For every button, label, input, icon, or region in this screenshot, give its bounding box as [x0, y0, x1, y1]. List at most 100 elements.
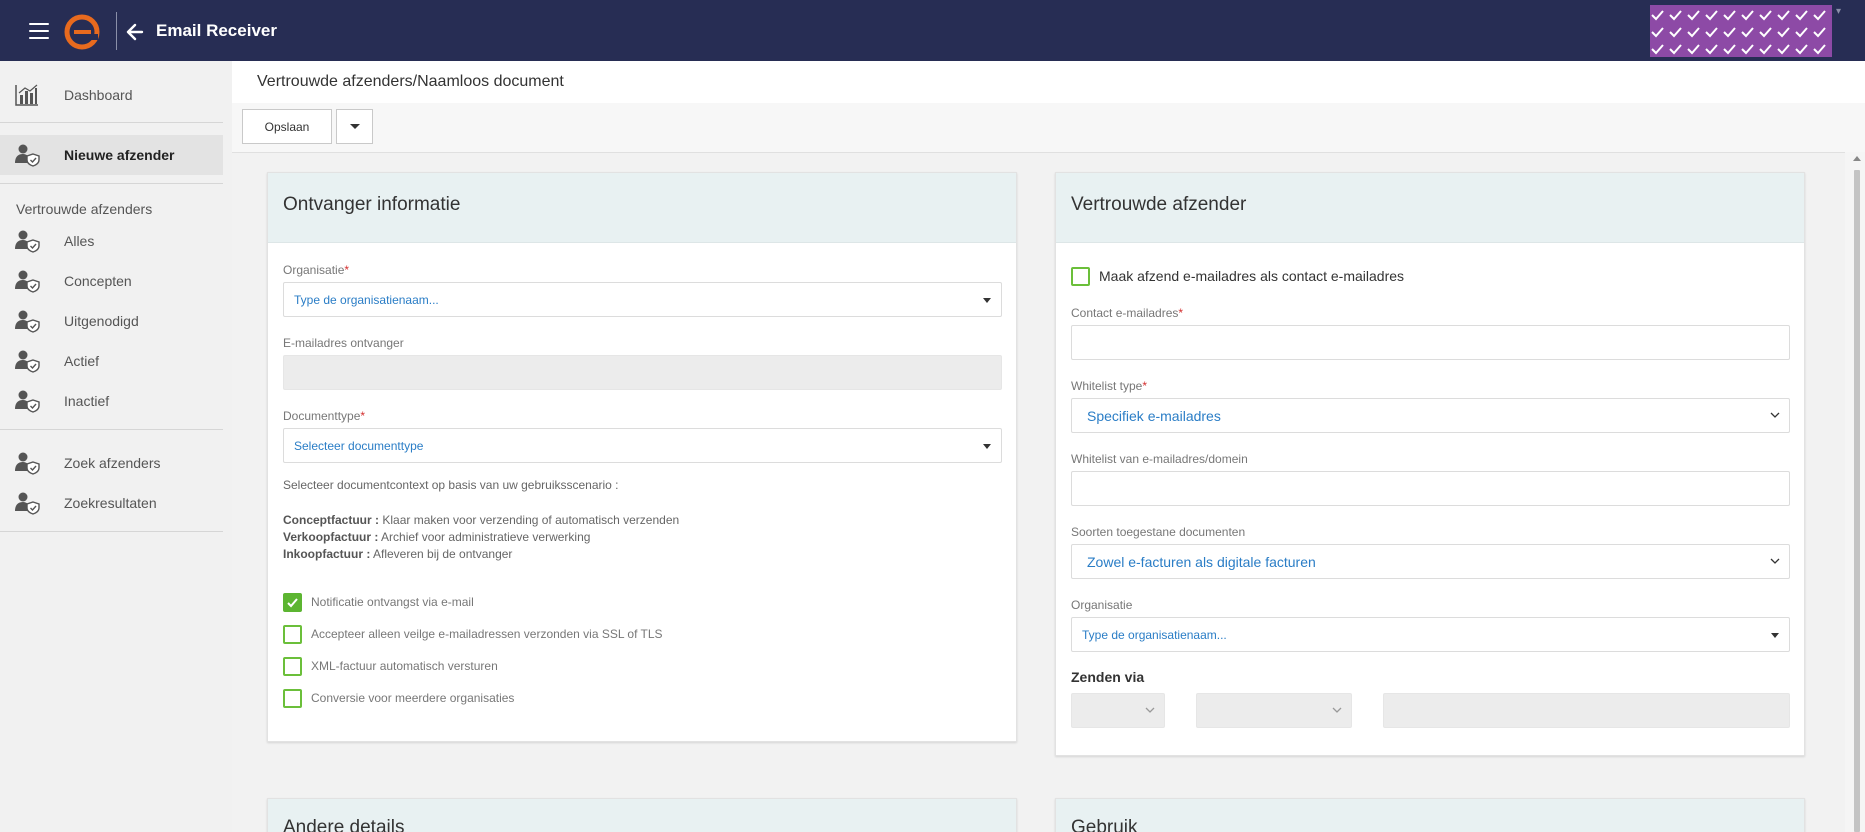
allowed-docs-select[interactable]: Zowel e-facturen als digitale facturen: [1071, 544, 1790, 579]
sidebar-item-concepts[interactable]: Concepten: [0, 261, 232, 301]
checkbox[interactable]: [1071, 267, 1090, 286]
panel-title: Andere details: [283, 817, 405, 832]
checkbox-label: XML-factuur automatisch versturen: [311, 659, 498, 673]
whitelist-list-input[interactable]: [1071, 471, 1790, 506]
panel-header: Ontvanger informatie: [268, 173, 1016, 243]
contact-email-label-text: Contact e-mailadres: [1071, 306, 1179, 320]
caret-down-icon: [1771, 633, 1779, 638]
user-shield-icon: [15, 310, 40, 333]
context-term: Conceptfactuur :: [283, 513, 379, 527]
whitelist-type-label-text: Whitelist type: [1071, 379, 1143, 393]
scrollbar[interactable]: [1845, 152, 1865, 832]
content-area: Ontvanger informatie Organisatie* Type d…: [232, 152, 1845, 832]
user-shield-icon: [15, 492, 40, 515]
caret-down-icon: [349, 124, 360, 129]
user-shield-icon: [15, 350, 40, 373]
sidebar-section-title: Vertrouwde afzenders: [16, 201, 153, 217]
scrollbar-thumb[interactable]: [1854, 170, 1860, 832]
sender-organisation-select[interactable]: Type de organisatienaam...: [1071, 617, 1790, 652]
context-line: Inkoopfactuur : Afleveren bij de ontvang…: [283, 546, 512, 563]
caret-down-icon: [983, 444, 991, 449]
checkbox-label: Conversie voor meerdere organisaties: [311, 691, 515, 705]
user-shield-icon: [15, 230, 40, 253]
sidebar-item-label: Uitgenodigd: [64, 313, 139, 329]
trusted-sender-panel: Vertrouwde afzender Maak afzend e-mailad…: [1055, 172, 1805, 756]
sidebar-divider: [0, 183, 223, 184]
required-marker: *: [344, 263, 350, 277]
checkbox[interactable]: [283, 593, 302, 612]
context-desc: Klaar maken voor verzending of automatis…: [382, 513, 680, 527]
usage-panel: Gebruik: [1055, 798, 1805, 832]
user-shield-icon: [15, 270, 40, 293]
context-line: Verkoopfactuur : Archief voor administra…: [283, 529, 590, 546]
sidebar-item-all[interactable]: Alles: [0, 221, 232, 261]
checkbox-label: Notificatie ontvangst via e-mail: [311, 595, 474, 609]
doctype-select[interactable]: Selecteer documenttype: [283, 428, 1002, 463]
scroll-up-arrow-icon[interactable]: [1853, 156, 1861, 161]
doctype-label-text: Documenttype: [283, 409, 361, 423]
sidebar-item-label: Inactief: [64, 393, 110, 409]
required-marker: *: [1142, 379, 1148, 393]
caret-down-icon: [983, 298, 991, 303]
panel-title: Gebruik: [1071, 817, 1138, 832]
context-desc: Archief voor administratieve verwerking: [381, 530, 591, 544]
context-line: Conceptfactuur : Klaar maken voor verzen…: [283, 512, 679, 529]
receiver-email-field: [283, 355, 1002, 390]
back-arrow-icon[interactable]: [125, 22, 145, 42]
checkbox-label: Maak afzend e-mailadres als contact e-ma…: [1099, 268, 1405, 284]
app-logo[interactable]: [64, 14, 100, 50]
panel-title: Vertrouwde afzender: [1071, 194, 1247, 215]
panel-header: Gebruik: [1056, 799, 1804, 832]
sidebar-item-inactive[interactable]: Inactief: [0, 381, 232, 421]
context-desc: Afleveren bij de ontvanger: [373, 547, 513, 561]
checkmark-icon: [287, 598, 298, 608]
breadcrumb-bar: Vertrouwde afzenders/Naamloos document: [232, 61, 1865, 103]
top-bar: Email Receiver ▾: [0, 0, 1865, 61]
checkbox[interactable]: [283, 625, 302, 644]
user-menu-caret-icon[interactable]: ▾: [1836, 6, 1841, 17]
send-via-input: [1383, 693, 1790, 728]
sender-organisation-placeholder: Type de organisatienaam...: [1082, 628, 1227, 642]
sidebar-item-label: Nieuwe afzender: [64, 147, 175, 163]
context-intro: Selecteer documentcontext op basis van u…: [283, 478, 619, 492]
user-shield-icon: [15, 390, 40, 413]
sidebar-item-search-results[interactable]: Zoekresultaten: [0, 483, 232, 523]
chevron-down-icon: [1770, 412, 1780, 418]
sidebar-item-label: Alles: [64, 233, 95, 249]
header-divider: [116, 12, 117, 50]
sidebar-item-invited[interactable]: Uitgenodigd: [0, 301, 232, 341]
sidebar-item-new-sender[interactable]: Nieuwe afzender: [0, 135, 223, 175]
checkbox[interactable]: [283, 657, 302, 676]
chevron-down-icon: [1332, 707, 1342, 713]
sidebar-item-label: Concepten: [64, 273, 132, 289]
sidebar-item-dashboard[interactable]: Dashboard: [0, 75, 232, 115]
context-term: Verkoopfactuur :: [283, 530, 379, 544]
panel-title: Ontvanger informatie: [283, 194, 461, 215]
sidebar-item-active[interactable]: Actief: [0, 341, 232, 381]
hamburger-menu-icon[interactable]: [29, 23, 49, 39]
whitelist-type-select[interactable]: Specifiek e-mailadres: [1071, 398, 1790, 433]
sidebar-item-label: Zoekresultaten: [64, 495, 157, 511]
sidebar-item-label: Zoek afzenders: [64, 455, 161, 471]
user-shield-icon: [15, 144, 40, 167]
organisation-label-text: Organisatie: [283, 263, 345, 277]
context-term: Inkoopfactuur :: [283, 547, 371, 561]
panel-header: Andere details: [268, 799, 1016, 832]
checkbox[interactable]: [283, 689, 302, 708]
doctype-placeholder: Selecteer documenttype: [294, 439, 424, 453]
organisation-placeholder: Type de organisatienaam...: [294, 293, 439, 307]
whitelist-type-value: Specifiek e-mailadres: [1087, 408, 1221, 424]
contact-email-input[interactable]: [1071, 325, 1790, 360]
checkbox-label: Accepteer alleen veilge e-mailadressen v…: [311, 627, 663, 641]
sender-organisation-label: Organisatie: [1071, 598, 1133, 612]
required-marker: *: [360, 409, 366, 423]
chevron-down-icon: [1145, 707, 1155, 713]
sidebar-item-search-senders[interactable]: Zoek afzenders: [0, 443, 232, 483]
user-avatar[interactable]: [1650, 5, 1832, 57]
panel-header: Vertrouwde afzender: [1056, 173, 1804, 243]
save-options-dropdown-button[interactable]: [336, 109, 373, 144]
save-button[interactable]: Opslaan: [242, 109, 332, 144]
sidebar-divider: [0, 531, 223, 532]
organisation-select[interactable]: Type de organisatienaam...: [283, 282, 1002, 317]
sidebar: Dashboard Nieuwe afzender Vertrouwde afz…: [0, 61, 232, 832]
